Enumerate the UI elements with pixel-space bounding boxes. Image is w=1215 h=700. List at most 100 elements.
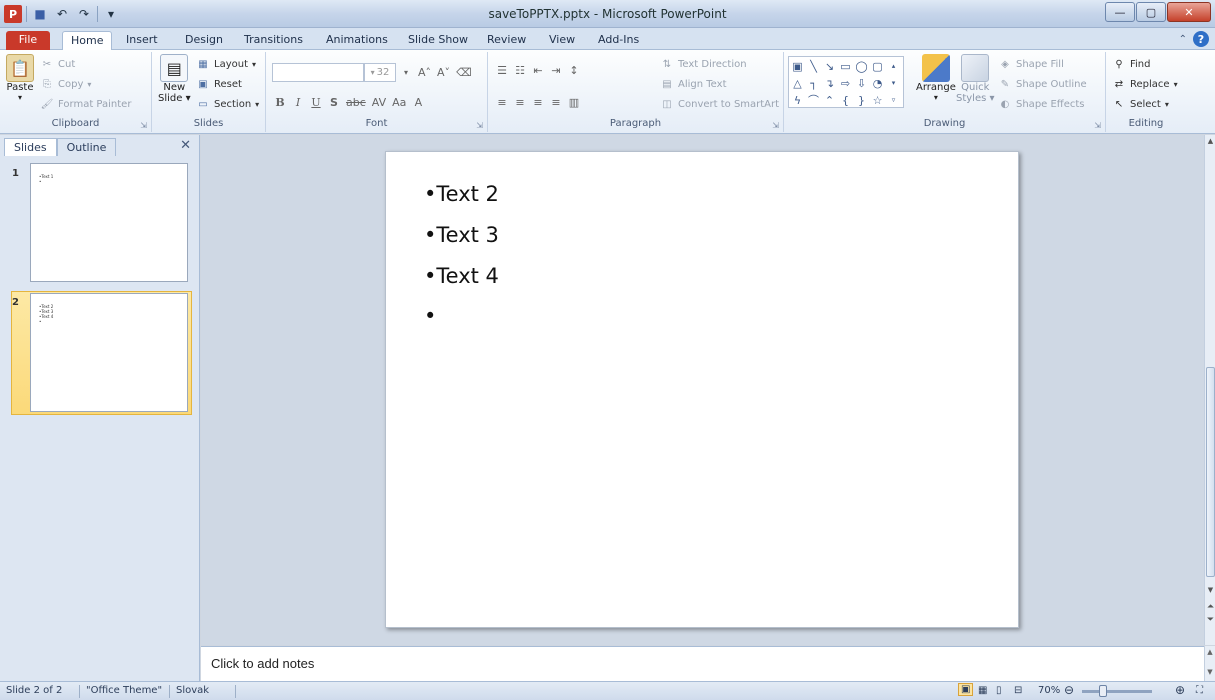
format-painter-button[interactable]: 🖌 Format Painter xyxy=(40,96,132,113)
bold-icon[interactable]: B xyxy=(272,93,288,111)
triangle-shape-icon[interactable]: △ xyxy=(790,75,805,91)
slide-thumbnail-1[interactable]: •Text 1 • xyxy=(30,163,188,282)
scroll-down-icon[interactable]: ▼ xyxy=(1205,586,1215,594)
zoom-in-icon[interactable]: ⊕ xyxy=(1175,683,1185,697)
previous-slide-icon[interactable]: ⏶ xyxy=(1205,602,1215,612)
slide-show-view-icon[interactable]: ⊟ xyxy=(1014,685,1022,696)
slide-sorter-view-icon[interactable]: ▦ xyxy=(978,685,987,696)
decrease-indent-icon[interactable]: ⇤ xyxy=(530,61,546,79)
rectangle-shape-icon[interactable]: ▭ xyxy=(838,58,853,74)
font-name-combo[interactable] xyxy=(272,63,364,82)
tab-slides[interactable]: Slides xyxy=(4,138,57,156)
clipboard-dialog-launcher-icon[interactable]: ⇲ xyxy=(140,121,147,130)
notes-scroll-up-icon[interactable]: ▲ xyxy=(1205,648,1215,656)
paragraph-dialog-launcher-icon[interactable]: ⇲ xyxy=(772,121,779,130)
slide-thumbnail-2[interactable]: •Text 2 •Text 3 •Text 4 • xyxy=(30,293,188,412)
layout-button[interactable]: ▦ Layout ▾ xyxy=(196,56,256,73)
line-shape-icon[interactable]: ╲ xyxy=(806,58,821,74)
left-brace-shape-icon[interactable]: { xyxy=(838,92,853,108)
bullet-text[interactable]: •Text 4 xyxy=(424,264,499,288)
quick-styles-button[interactable]: Quick Styles ▾ xyxy=(956,54,995,104)
scroll-up-icon[interactable]: ▲ xyxy=(1205,137,1215,145)
tab-view[interactable]: View xyxy=(541,31,583,50)
slide-vertical-scrollbar[interactable]: ▲ ▼ ⏶ ⏷ xyxy=(1204,135,1215,645)
bullet-text[interactable]: •Text 3 xyxy=(424,223,499,247)
tab-animations[interactable]: Animations xyxy=(318,31,396,50)
shadow-icon[interactable]: S xyxy=(326,93,342,111)
fit-to-window-icon[interactable]: ⛶ xyxy=(1196,685,1203,696)
dropdown-icon[interactable]: ▾ xyxy=(398,63,414,81)
select-button[interactable]: ↖ Select ▾ xyxy=(1112,96,1169,113)
font-color-icon[interactable]: A xyxy=(410,93,426,111)
arrange-button[interactable]: Arrange ▾ xyxy=(916,54,956,102)
right-brace-shape-icon[interactable]: } xyxy=(854,92,869,108)
help-icon[interactable]: ? xyxy=(1193,31,1209,47)
shrink-font-icon[interactable]: A˅ xyxy=(435,63,452,81)
textbox-shape-icon[interactable]: ▣ xyxy=(790,58,805,74)
minimize-ribbon-icon[interactable]: ⌃ xyxy=(1179,34,1187,45)
tab-home[interactable]: Home xyxy=(62,31,113,51)
elbow-arrow-shape-icon[interactable]: ↴ xyxy=(822,75,837,91)
tab-add-ins[interactable]: Add-Ins xyxy=(590,31,647,50)
drawing-dialog-launcher-icon[interactable]: ⇲ xyxy=(1094,121,1101,130)
shape-outline-button[interactable]: ✎ Shape Outline xyxy=(998,76,1087,93)
grow-font-icon[interactable]: A˄ xyxy=(416,63,433,81)
clear-formatting-icon[interactable]: ⌫ xyxy=(454,63,474,81)
reading-view-icon[interactable]: ▯ xyxy=(996,685,1002,696)
shape-fill-button[interactable]: ◈ Shape Fill xyxy=(998,56,1064,73)
font-dialog-launcher-icon[interactable]: ⇲ xyxy=(476,121,483,130)
columns-icon[interactable]: ▥ xyxy=(566,93,582,111)
notes-pane[interactable]: Click to add notes xyxy=(201,646,1204,681)
zoom-level[interactable]: 70% xyxy=(1038,685,1060,696)
reset-button[interactable]: ▣ Reset xyxy=(196,76,242,93)
justify-icon[interactable]: ≡ xyxy=(548,93,564,111)
language-status[interactable]: Slovak xyxy=(176,685,209,696)
close-button[interactable]: ✕ xyxy=(1167,2,1211,22)
shapes-gallery[interactable]: ▣ ╲ ↘ ▭ ◯ ▢ ▴ △ ┐ ↴ ⇨ ⇩ ◔ ▾ ϟ ⌒ ⌃ { } ☆ … xyxy=(788,56,904,108)
connector-shape-icon[interactable]: ┐ xyxy=(806,75,821,91)
change-case-icon[interactable]: Aa xyxy=(390,93,408,111)
normal-view-icon[interactable]: ▣ xyxy=(958,683,974,696)
tab-outline[interactable]: Outline xyxy=(56,138,117,156)
tab-insert[interactable]: Insert xyxy=(118,31,166,50)
bullet-text[interactable]: •Text 2 xyxy=(424,182,499,206)
tab-file[interactable]: File xyxy=(6,31,50,50)
italic-icon[interactable]: I xyxy=(290,93,306,111)
align-center-icon[interactable]: ≡ xyxy=(512,93,528,111)
cut-button[interactable]: ✂ Cut xyxy=(40,56,75,73)
character-spacing-icon[interactable]: AV xyxy=(370,93,388,111)
align-left-icon[interactable]: ≡ xyxy=(494,93,510,111)
rounded-rect-shape-icon[interactable]: ▢ xyxy=(870,58,885,74)
star-shape-icon[interactable]: ☆ xyxy=(870,92,885,108)
new-slide-button[interactable]: ▤ New Slide ▾ xyxy=(158,54,191,104)
close-pane-icon[interactable]: ✕ xyxy=(180,138,191,153)
bullets-icon[interactable]: ☰ xyxy=(494,61,510,79)
arrow-line-shape-icon[interactable]: ↘ xyxy=(822,58,837,74)
more-shapes-icon[interactable]: ▿ xyxy=(886,92,901,108)
freeform-shape-icon[interactable]: ϟ xyxy=(790,92,805,108)
strikethrough-icon[interactable]: abc xyxy=(344,93,368,111)
tab-slide-show[interactable]: Slide Show xyxy=(400,31,476,50)
bullet-text[interactable]: • xyxy=(424,304,436,328)
numbering-icon[interactable]: ☷ xyxy=(512,61,528,79)
theme-status[interactable]: "Office Theme" xyxy=(86,685,162,696)
slide-canvas[interactable]: •Text 2 •Text 3 •Text 4 • xyxy=(385,151,1019,628)
shape-effects-button[interactable]: ◐ Shape Effects xyxy=(998,96,1085,113)
tab-review[interactable]: Review xyxy=(479,31,534,50)
paste-button[interactable]: 📋 Paste ▾ xyxy=(6,54,34,102)
arc-shape-icon[interactable]: ⌃ xyxy=(822,92,837,108)
copy-button[interactable]: ⎘ Copy ▾ xyxy=(40,76,91,93)
convert-smartart-button[interactable]: ◫ Convert to SmartArt xyxy=(660,96,779,113)
find-button[interactable]: ⚲ Find xyxy=(1112,56,1150,73)
underline-icon[interactable]: U xyxy=(308,93,324,111)
down-arrow-shape-icon[interactable]: ⇩ xyxy=(854,75,869,91)
font-size-combo[interactable]: ▾ 32 xyxy=(364,63,396,82)
maximize-button[interactable]: ▢ xyxy=(1136,2,1166,22)
line-spacing-icon[interactable]: ↕ xyxy=(566,61,582,79)
shape-icon[interactable]: ◔ xyxy=(870,75,885,91)
scroll-up-icon[interactable]: ▴ xyxy=(886,58,901,74)
section-button[interactable]: ▭ Section ▾ xyxy=(196,96,259,113)
paste-dropdown-icon[interactable]: ▾ xyxy=(18,93,22,102)
right-arrow-shape-icon[interactable]: ⇨ xyxy=(838,75,853,91)
notes-scroll-down-icon[interactable]: ▼ xyxy=(1205,668,1215,676)
